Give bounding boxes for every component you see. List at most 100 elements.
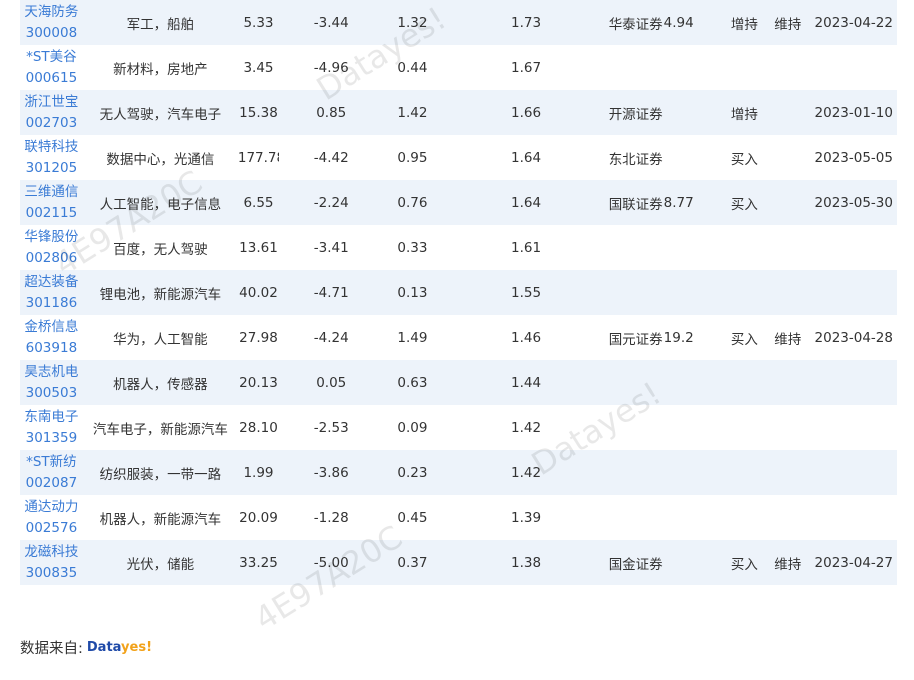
metric-a-cell: 0.76	[397, 194, 428, 211]
metric-b-cell: 1.67	[511, 59, 542, 76]
price-cell: 20.09	[239, 509, 278, 526]
stock-name-cell: *ST新纺 002087	[20, 452, 83, 494]
metric-b-cell: 1.44	[511, 374, 542, 391]
table-row: 东南电子 301359 汽车电子，新能源汽车 28.10 -2.53 0.09 1.42	[20, 405, 897, 450]
broker-cell: 国元证券	[608, 331, 663, 348]
change-pct-cell: -4.96	[313, 59, 349, 76]
price-cell: 28.10	[239, 419, 278, 436]
concept-cell: 机器人，新能源汽车	[99, 511, 222, 528]
table-row: 超达装备 301186 锂电池，新能源汽车 40.02 -4.71 0.13 1.55	[20, 270, 897, 315]
broker-cell: 开源证券	[608, 106, 663, 123]
broker-cell: 国联证券	[608, 196, 663, 213]
stock-code-link[interactable]: 301186	[20, 293, 83, 314]
metric-a-cell: 0.09	[397, 419, 428, 436]
metric-b-cell: 1.73	[511, 14, 542, 31]
stock-name-link[interactable]: 联特科技	[20, 137, 83, 158]
metric-a-cell: 0.13	[397, 284, 428, 301]
stock-name-cell: 东南电子 301359	[20, 407, 83, 449]
date-cell: 2023-04-28	[814, 329, 893, 346]
price-cell: 40.02	[239, 284, 278, 301]
change-pct-cell: -4.71	[313, 284, 349, 301]
stock-name-link[interactable]: *ST美谷	[20, 47, 83, 68]
price-cell: 5.33	[243, 14, 274, 31]
stock-name-cell: 联特科技 301205	[20, 137, 83, 179]
concept-cell: 锂电池，新能源汽车	[99, 286, 222, 303]
date-cell: 2023-01-10	[814, 104, 893, 121]
target-price-cell: 8.77	[663, 194, 694, 211]
table-row: 龙磁科技 300835 光伏，储能 33.25 -5.00 0.37 1.38 国金证券 买入维…	[20, 540, 897, 585]
price-cell: 20.13	[239, 374, 278, 391]
change-pct-cell: -2.53	[313, 419, 349, 436]
table-row: 通达动力 002576 机器人，新能源汽车 20.09 -1.28 0.45 1.39	[20, 495, 897, 540]
change-pct-cell: -5.00	[313, 554, 349, 571]
stock-name-link[interactable]: 华锋股份	[20, 227, 83, 248]
price-cell: 3.45	[243, 59, 274, 76]
change-pct-cell: 0.05	[316, 374, 347, 391]
stock-name-cell: 浙江世宝 002703	[20, 92, 83, 134]
table-row: 昊志机电 300503 机器人，传感器 20.13 0.05 0.63 1.44	[20, 360, 897, 405]
datayes-logo[interactable]: Datayes!	[87, 640, 152, 655]
concept-cell: 新材料，房地产	[113, 61, 208, 78]
concept-cell: 光伏，储能	[126, 556, 195, 573]
stock-name-link[interactable]: 浙江世宝	[20, 92, 83, 113]
broker-cell: 东北证券	[608, 151, 663, 168]
change-pct-cell: -4.24	[313, 329, 349, 346]
stock-code-link[interactable]: 603918	[20, 338, 83, 359]
concept-cell: 军工，船舶	[126, 16, 195, 33]
price-cell: 1.99	[243, 464, 274, 481]
stock-code-link[interactable]: 002576	[20, 518, 83, 539]
price-cell: 33.25	[239, 554, 278, 571]
table-row: 浙江世宝 002703 无人驾驶，汽车电子 15.38 0.85 1.42 1.66 开源证券…	[20, 90, 897, 135]
stock-code-link[interactable]: 002115	[20, 203, 83, 224]
stock-code-link[interactable]: 300008	[20, 23, 83, 44]
stock-name-cell: 金桥信息 603918	[20, 317, 83, 359]
stock-name-cell: 华锋股份 002806	[20, 227, 83, 269]
stock-name-link[interactable]: *ST新纺	[20, 452, 83, 473]
stock-code-link[interactable]: 002703	[20, 113, 83, 134]
concept-cell: 无人驾驶，汽车电子	[99, 106, 222, 123]
stock-code-link[interactable]: 300503	[20, 383, 83, 404]
stock-code-link[interactable]: 301205	[20, 158, 83, 179]
stock-name-link[interactable]: 昊志机电	[20, 362, 83, 383]
stock-name-link[interactable]: 龙磁科技	[20, 542, 83, 563]
rating-cell: 买入	[730, 196, 758, 213]
metric-a-cell: 0.23	[397, 464, 428, 481]
broker-cell: 国金证券	[608, 556, 663, 573]
metric-b-cell: 1.39	[511, 509, 542, 526]
table-row: 金桥信息 603918 华为，人工智能 27.98 -4.24 1.49 1.46 国元证券 1…	[20, 315, 897, 360]
price-cell: 15.38	[239, 104, 278, 121]
data-source-footer: 数据来自: Datayes!	[20, 637, 152, 658]
stock-name-link[interactable]: 超达装备	[20, 272, 83, 293]
stock-name-link[interactable]: 东南电子	[20, 407, 83, 428]
rating-cell: 增持	[730, 106, 758, 123]
metric-a-cell: 0.37	[397, 554, 428, 571]
stock-code-link[interactable]: 300835	[20, 563, 83, 584]
metric-b-cell: 1.66	[511, 104, 542, 121]
rating-change-cell: 维持	[774, 331, 802, 348]
metric-b-cell: 1.55	[511, 284, 542, 301]
stock-name-link[interactable]: 通达动力	[20, 497, 83, 518]
stock-name-cell: 昊志机电 300503	[20, 362, 83, 404]
change-pct-cell: 0.85	[316, 104, 347, 121]
change-pct-cell: -3.86	[313, 464, 349, 481]
stock-code-link[interactable]: 002087	[20, 473, 83, 494]
metric-b-cell: 1.42	[511, 419, 542, 436]
price-cell: 6.55	[243, 194, 274, 211]
stock-name-link[interactable]: 金桥信息	[20, 317, 83, 338]
rating-cell: 买入	[730, 151, 758, 168]
stock-table: 天海防务 300008 军工，船舶 5.33 -3.44 1.32 1.73 华泰证券 4.94…	[20, 0, 897, 585]
stock-code-link[interactable]: 000615	[20, 68, 83, 89]
metric-a-cell: 1.32	[397, 14, 428, 31]
change-pct-cell: -4.42	[313, 149, 349, 166]
stock-name-link[interactable]: 天海防务	[20, 2, 83, 23]
table-row: 天海防务 300008 军工，船舶 5.33 -3.44 1.32 1.73 华泰证券 4.94…	[20, 0, 897, 45]
rating-change-cell: 维持	[774, 16, 802, 33]
stock-code-link[interactable]: 002806	[20, 248, 83, 269]
date-cell: 2023-05-30	[814, 194, 893, 211]
stock-name-link[interactable]: 三维通信	[20, 182, 83, 203]
rating-change-cell: 维持	[774, 556, 802, 573]
table-row: 联特科技301205 数据中心，光通信 177.78 -4.42 0.95 1.64 东北证…	[20, 135, 897, 180]
stock-code-link[interactable]: 301359	[20, 428, 83, 449]
metric-a-cell: 0.95	[397, 149, 428, 166]
change-pct-cell: -2.24	[313, 194, 349, 211]
